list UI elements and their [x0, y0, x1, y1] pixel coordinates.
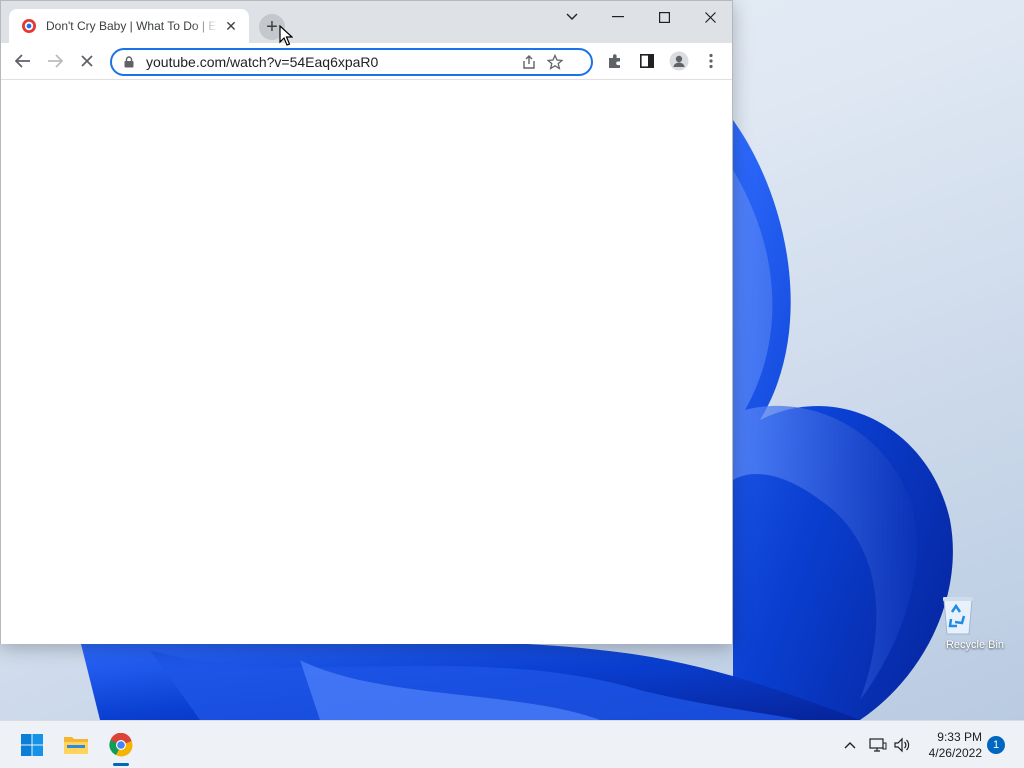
volume-button[interactable] [890, 733, 914, 757]
mouse-cursor-icon [279, 25, 293, 46]
forward-icon [48, 54, 63, 68]
back-icon [15, 54, 30, 68]
close-icon [704, 11, 716, 23]
clock-time: 9:33 PM [937, 730, 982, 744]
chrome-icon [109, 733, 133, 757]
back-button[interactable] [9, 47, 37, 75]
forward-button[interactable] [41, 47, 69, 75]
show-hidden-icons-button[interactable] [838, 733, 862, 757]
profile-icon [669, 51, 689, 71]
browser-toolbar [1, 43, 732, 80]
menu-icon [709, 53, 713, 69]
maximize-button[interactable] [641, 3, 687, 31]
side-panel-button[interactable] [633, 47, 661, 75]
bookmark-star-icon [547, 54, 563, 70]
clock-date: 4/26/2022 [928, 746, 982, 760]
plus-icon: + [266, 16, 278, 38]
stop-loading-icon [81, 55, 93, 67]
minimize-button[interactable] [595, 3, 641, 31]
chevron-up-icon [844, 742, 856, 749]
tab-close-icon[interactable]: ✕ [223, 18, 239, 35]
share-button[interactable] [516, 50, 542, 74]
maximize-icon [658, 11, 670, 23]
address-bar[interactable] [110, 48, 593, 76]
recycle-bin-label: Recycle Bin [945, 639, 1005, 651]
desktop-icon-recycle-bin[interactable]: Recycle Bin [940, 592, 1010, 651]
tab-search-icon [566, 13, 578, 20]
page-content[interactable] [1, 81, 732, 644]
recycle-bin-icon [943, 592, 993, 636]
youtube-favicon-icon [21, 18, 37, 34]
browser-window: Don't Cry Baby | What To Do | Eli ✕ + [0, 0, 733, 644]
volume-icon [894, 737, 910, 753]
network-icon [869, 738, 887, 752]
start-button[interactable] [16, 729, 48, 761]
windows-start-icon [21, 734, 43, 756]
bookmark-button[interactable] [542, 50, 568, 74]
chrome-taskbar-button[interactable] [105, 729, 137, 761]
tab-strip: Don't Cry Baby | What To Do | Eli ✕ + [1, 1, 732, 43]
url-input[interactable] [146, 54, 516, 70]
share-icon [523, 55, 535, 69]
lock-icon[interactable] [124, 55, 136, 69]
extensions-button[interactable] [601, 47, 629, 75]
tab-search-button[interactable] [549, 3, 595, 31]
file-explorer-button[interactable] [60, 729, 92, 761]
active-app-indicator [113, 763, 129, 766]
menu-button[interactable] [697, 47, 725, 75]
minimize-icon [612, 16, 624, 18]
system-clock[interactable]: 9:33 PM 4/26/2022 [920, 729, 982, 761]
tab-active[interactable]: Don't Cry Baby | What To Do | Eli ✕ [9, 9, 249, 43]
taskbar: 9:33 PM 4/26/2022 1 [0, 720, 1024, 768]
notification-badge[interactable]: 1 [987, 736, 1005, 754]
stop-button[interactable] [73, 47, 101, 75]
close-window-button[interactable] [687, 3, 733, 31]
tab-title: Don't Cry Baby | What To Do | Eli [46, 19, 218, 33]
extensions-icon [609, 54, 620, 68]
side-panel-icon [640, 54, 654, 68]
profile-button[interactable] [665, 47, 693, 75]
network-button[interactable] [866, 733, 890, 757]
folder-icon [64, 737, 88, 754]
